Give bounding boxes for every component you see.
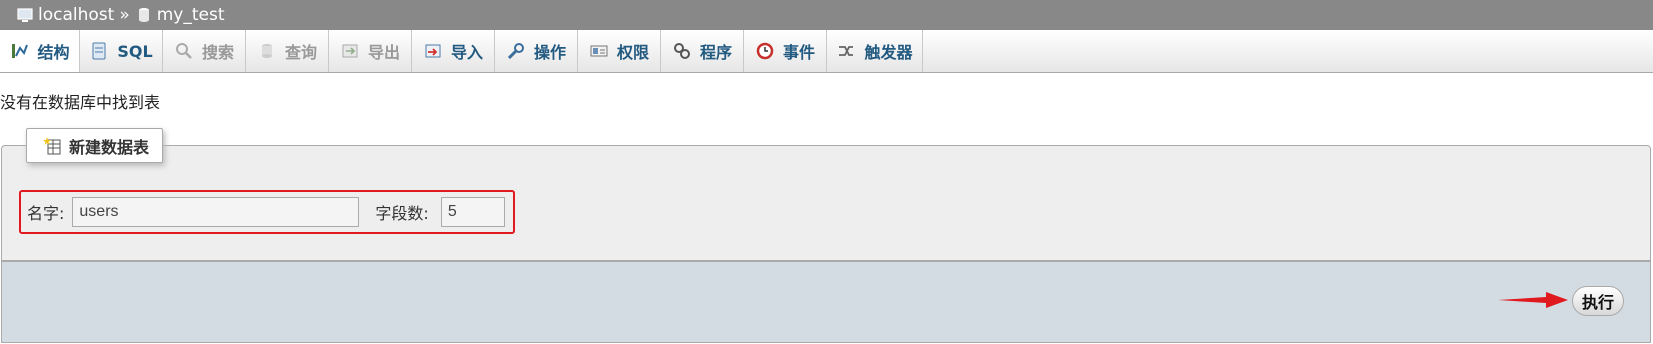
tab-query: 查询	[246, 30, 329, 72]
create-table-legend-label: 新建数据表	[69, 137, 150, 157]
database-icon	[138, 8, 149, 22]
breadcrumb-database[interactable]: my_test	[135, 5, 225, 25]
breadcrumb-server[interactable]: localhost	[16, 5, 114, 25]
new-table-icon	[43, 136, 61, 154]
tab-structure-label: 结构	[37, 43, 70, 62]
tab-events-label: 事件	[782, 43, 815, 62]
go-button[interactable]: 执行	[1572, 286, 1624, 316]
clock-icon	[756, 42, 774, 60]
breadcrumb-database-label[interactable]: my_test	[157, 5, 225, 25]
sql-icon	[92, 42, 106, 60]
tab-operations[interactable]: 操作	[495, 30, 578, 72]
tab-routines-label: 程序	[699, 43, 732, 62]
tab-triggers-label: 触发器	[864, 43, 913, 62]
structure-icon	[12, 44, 29, 58]
breadcrumb-server-label[interactable]: localhost	[38, 5, 114, 25]
tab-search: 搜索	[163, 30, 246, 72]
tab-routines[interactable]: 程序	[661, 30, 744, 72]
server-icon	[17, 8, 33, 22]
search-icon	[175, 43, 192, 59]
table-name-label: 名字:	[27, 204, 65, 223]
query-icon	[261, 44, 272, 58]
tab-triggers[interactable]: 触发器	[827, 30, 923, 72]
tab-query-label: 查询	[284, 43, 317, 62]
privileges-icon	[590, 45, 608, 57]
no-tables-message: 没有在数据库中找到表	[0, 93, 161, 112]
export-icon	[342, 44, 358, 58]
import-icon	[425, 44, 441, 58]
database-tabbar: 结构 SQL 搜索 查询 导出 导入 操作 权限 程序 事件 触发器	[0, 30, 1653, 73]
tab-search-label: 搜索	[201, 43, 234, 62]
tab-privileges-label: 权限	[616, 43, 649, 62]
tab-export-label: 导出	[367, 43, 400, 62]
table-name-input[interactable]	[72, 197, 360, 227]
red-arrow-annotation	[1498, 292, 1568, 308]
tab-operations-label: 操作	[533, 43, 566, 62]
wrench-icon	[507, 43, 524, 60]
tab-events[interactable]: 事件	[744, 30, 827, 72]
tab-sql-label: SQL	[117, 41, 153, 61]
triggers-icon	[839, 46, 854, 56]
create-table-form-row: 名字: 字段数:	[19, 190, 515, 234]
create-table-legend: 新建数据表	[26, 128, 163, 163]
create-table-footer	[1, 261, 1651, 343]
tab-structure[interactable]: 结构	[0, 30, 80, 72]
tab-sql[interactable]: SQL	[80, 30, 163, 72]
column-count-label: 字段数:	[375, 204, 429, 223]
breadcrumb-separator: »	[119, 5, 130, 25]
tab-privileges[interactable]: 权限	[578, 30, 661, 72]
tab-import[interactable]: 导入	[412, 30, 495, 72]
tab-export: 导出	[329, 30, 412, 72]
column-count-input[interactable]	[440, 197, 505, 227]
tab-import-label: 导入	[450, 43, 483, 62]
breadcrumb: localhost » my_test	[0, 0, 1653, 30]
routines-icon	[673, 43, 690, 59]
